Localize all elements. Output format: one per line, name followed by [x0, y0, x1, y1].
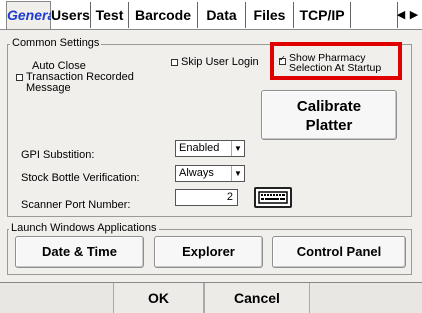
- control-panel-button[interactable]: Control Panel: [272, 236, 406, 268]
- chevron-down-icon: ▼: [231, 141, 244, 156]
- ok-button[interactable]: OK: [113, 283, 204, 313]
- general-page: Common Settings Auto Close Transaction R…: [0, 29, 422, 282]
- auto-close-label-3: Message: [26, 82, 71, 94]
- stock-bottle-value: Always: [179, 167, 214, 179]
- launch-apps-title: Launch Windows Applications: [9, 222, 159, 234]
- tab-barcode[interactable]: Barcode: [129, 2, 198, 28]
- show-pharmacy-checkbox[interactable]: [279, 54, 286, 65]
- tab-strip: General Users Test Barcode Data Files TC…: [0, 0, 422, 30]
- tab-scroll-left-icon[interactable]: ◀: [395, 6, 407, 24]
- tab-general[interactable]: General: [6, 1, 59, 30]
- tab-scroll-right-icon[interactable]: ▶: [408, 6, 420, 24]
- scanner-port-value: 2: [226, 191, 233, 203]
- calibrate-platter-button[interactable]: Calibrate Platter: [261, 90, 397, 140]
- chevron-down-icon: ▼: [231, 166, 244, 181]
- tab-data[interactable]: Data: [198, 2, 246, 28]
- scanner-port-label: Scanner Port Number:: [21, 199, 131, 211]
- tab-partial[interactable]: [351, 2, 398, 28]
- skip-user-login-checkbox[interactable]: [171, 59, 178, 66]
- explorer-button[interactable]: Explorer: [154, 236, 263, 268]
- tab-tcpip[interactable]: TCP/IP: [294, 2, 351, 28]
- scanner-port-input[interactable]: 2: [175, 189, 238, 206]
- bottom-bar: OK Cancel: [0, 282, 422, 313]
- auto-close-checkbox[interactable]: [16, 74, 23, 81]
- gpi-label: GPI Substition:: [21, 149, 95, 161]
- skip-user-login-label: Skip User Login: [181, 56, 259, 68]
- date-time-button[interactable]: Date & Time: [15, 236, 144, 268]
- stock-bottle-dropdown[interactable]: Always ▼: [175, 165, 245, 182]
- tab-test[interactable]: Test: [91, 2, 129, 28]
- show-pharmacy-label-2: Selection At Startup: [289, 62, 382, 74]
- keyboard-icon: [258, 191, 288, 204]
- common-settings-title: Common Settings: [10, 37, 102, 49]
- cancel-button[interactable]: Cancel: [204, 283, 310, 313]
- keyboard-button[interactable]: [254, 187, 292, 208]
- calibrate-label-2: Platter: [305, 117, 353, 134]
- tab-users[interactable]: Users: [51, 2, 91, 28]
- stock-bottle-label: Stock Bottle Verification:: [21, 172, 140, 184]
- gpi-value: Enabled: [179, 142, 220, 154]
- calibrate-label-1: Calibrate: [296, 98, 362, 115]
- tab-files[interactable]: Files: [246, 2, 294, 28]
- gpi-dropdown[interactable]: Enabled ▼: [175, 140, 245, 157]
